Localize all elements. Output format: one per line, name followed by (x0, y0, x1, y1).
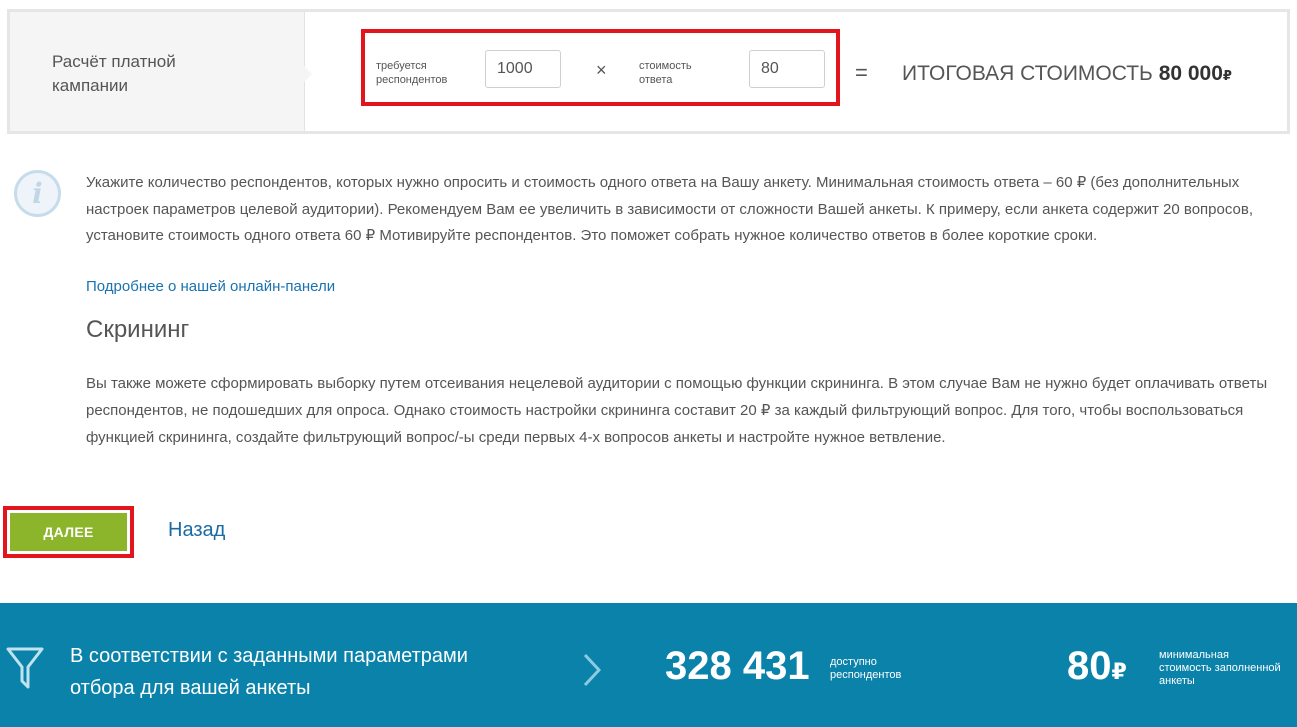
chevron-right-icon (583, 653, 602, 687)
next-button[interactable]: ДАЛЕЕ (10, 513, 127, 551)
cost-input[interactable] (749, 50, 825, 88)
multiply-icon: × (596, 60, 607, 80)
equals-icon: = (855, 60, 868, 85)
total-cost: ИТОГОВАЯ СТОИМОСТЬ 80 000₽ (902, 62, 1232, 86)
back-link[interactable]: Назад (168, 519, 225, 542)
screening-title: Скрининг (86, 316, 190, 343)
available-label: доступно респондентов (830, 656, 902, 681)
next-button-highlight: ДАЛЕЕ (3, 506, 134, 558)
respondents-input[interactable] (485, 50, 561, 88)
total-label: ИТОГОВАЯ СТОИМОСТЬ (902, 62, 1153, 85)
respondents-label: требуется респондентов (376, 60, 448, 86)
calc-title: Расчёт платной кампании (52, 52, 176, 95)
audience-summary-bar: В соответствии с заданными параметрами о… (0, 603, 1297, 727)
info-icon: i (14, 170, 61, 217)
calc-section-title: Расчёт платной кампании (10, 12, 312, 131)
total-amount: 80 000 (1158, 62, 1223, 85)
min-price-currency: ₽ (1111, 659, 1127, 684)
screening-text: Вы также можете сформировать выборку пут… (86, 375, 1268, 446)
calc-panel: Расчёт платной кампании требуется респон… (7, 9, 1290, 134)
available-count: 328 431 (665, 644, 810, 688)
min-price-label: минимальная стоимость заполненной анкеты (1159, 649, 1281, 687)
min-price: 80₽ (1067, 644, 1127, 689)
info-text: Укажите количество респондентов, которых… (86, 174, 1254, 244)
summary-text: В соответствии с заданными параметрами о… (70, 645, 468, 699)
calc-fields: требуется респондентов × стоимость ответ… (305, 12, 1287, 131)
min-price-value: 80 (1067, 644, 1112, 688)
total-currency: ₽ (1222, 68, 1232, 83)
panel-info-link[interactable]: Подробнее о нашей онлайн-панели (86, 278, 335, 295)
cost-label: стоимость ответа (639, 60, 692, 86)
funnel-icon (6, 647, 44, 689)
